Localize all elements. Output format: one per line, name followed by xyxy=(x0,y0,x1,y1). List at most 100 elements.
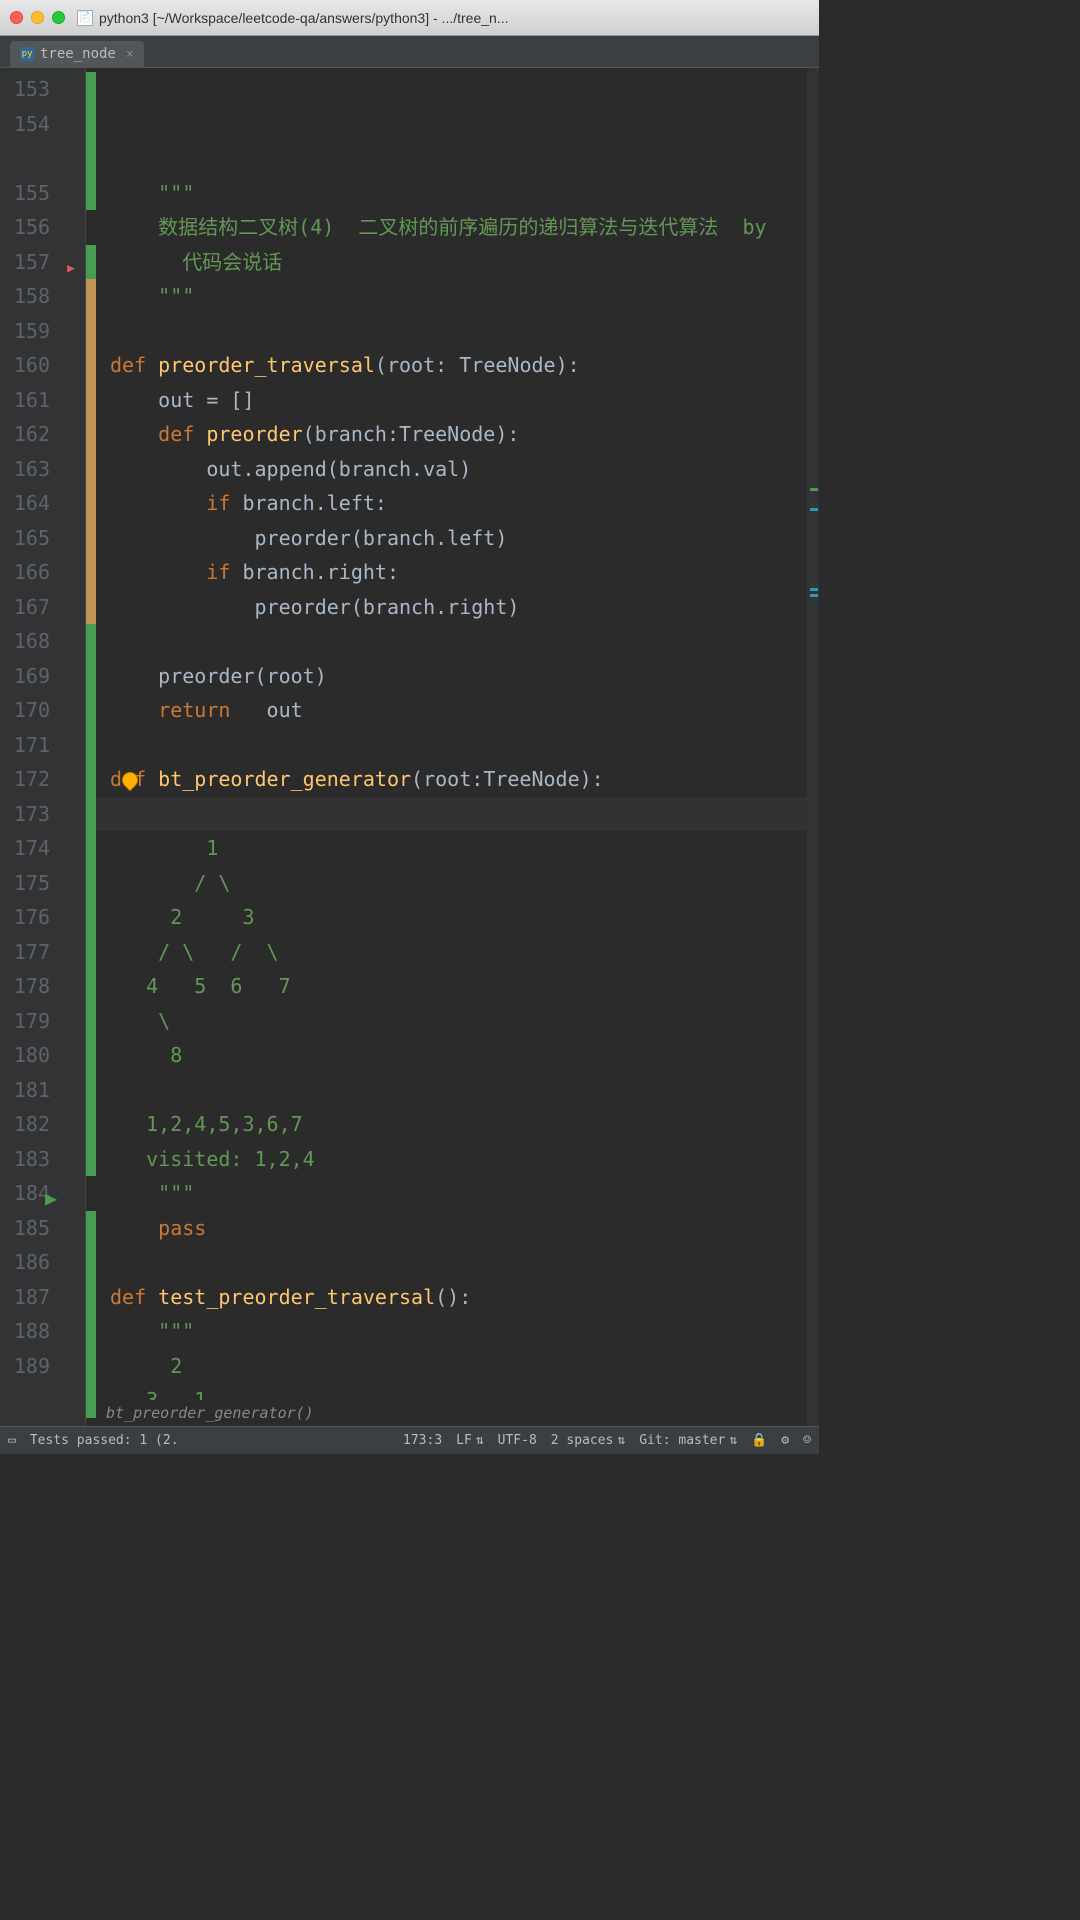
indent-setting[interactable]: 2 spaces ⇅ xyxy=(551,1433,625,1448)
tab-tree-node[interactable]: py tree_node × xyxy=(10,41,144,67)
code-line[interactable]: 2 3 xyxy=(110,900,819,935)
line-number: 157 xyxy=(0,245,58,280)
code-line[interactable]: visited: 1,2,4 xyxy=(110,1142,819,1177)
maximize-icon[interactable] xyxy=(52,11,65,24)
code-line[interactable]: def test_preorder_traversal(): xyxy=(110,1280,819,1315)
file-encoding[interactable]: UTF-8 xyxy=(498,1433,537,1448)
run-test-icon[interactable]: ▶ xyxy=(40,1186,62,1210)
breadcrumb[interactable]: bt_preorder_generator() xyxy=(86,1400,334,1426)
code-line[interactable]: 数据结构二叉树(4) 二叉树的前序遍历的递归算法与迭代算法 by xyxy=(110,210,819,245)
line-number: 186 xyxy=(0,1245,58,1280)
marker-gutter: ▸▶ xyxy=(58,68,86,1426)
line-number: 166 xyxy=(0,555,58,590)
code-line[interactable]: if branch.right: xyxy=(110,555,819,590)
code-line[interactable]: out = [] xyxy=(110,383,819,418)
close-icon[interactable] xyxy=(10,11,23,24)
status-bar: ▭ Tests passed: 1 (2. 173:3 LF ⇅ UTF-8 2… xyxy=(0,1426,819,1454)
code-line[interactable] xyxy=(110,728,819,763)
window-title: python3 [~/Workspace/leetcode-qa/answers… xyxy=(99,10,809,26)
code-line[interactable]: if branch.left: xyxy=(110,486,819,521)
line-number: 154 xyxy=(0,107,58,142)
line-number: 182 xyxy=(0,1107,58,1142)
line-number: 180 xyxy=(0,1038,58,1073)
line-number: 165 xyxy=(0,521,58,556)
line-number: 177 xyxy=(0,935,58,970)
line-number: 174 xyxy=(0,831,58,866)
code-line[interactable]: / \ / \ xyxy=(110,935,819,970)
breakpoint-icon[interactable]: ▸ xyxy=(60,255,82,279)
code-line[interactable]: """ xyxy=(110,1176,819,1211)
line-number: 172 xyxy=(0,762,58,797)
code-line[interactable] xyxy=(110,314,819,349)
overview-marker xyxy=(810,488,818,491)
minimize-icon[interactable] xyxy=(31,11,44,24)
line-number: 178 xyxy=(0,969,58,1004)
line-number: 156 xyxy=(0,210,58,245)
tab-close-icon[interactable]: × xyxy=(126,47,134,62)
caret-position[interactable]: 173:3 xyxy=(403,1433,442,1448)
traffic-lights xyxy=(10,11,65,24)
code-line[interactable]: def preorder_traversal(root: TreeNode): xyxy=(110,348,819,383)
code-line[interactable]: return out xyxy=(110,693,819,728)
line-number: 169 xyxy=(0,659,58,694)
scroll-overview[interactable] xyxy=(807,68,819,1426)
overview-marker xyxy=(810,508,818,511)
line-number xyxy=(0,141,58,176)
code-line[interactable]: """ xyxy=(110,279,819,314)
vcs-change-marker xyxy=(86,624,96,659)
vcs-change-marker xyxy=(86,245,96,280)
code-line[interactable]: 8 xyxy=(110,1038,819,1073)
line-number: 162 xyxy=(0,417,58,452)
line-number: 153 xyxy=(0,72,58,107)
code-editor[interactable]: 1531541551561571581591601611621631641651… xyxy=(0,68,819,1426)
vcs-change-marker xyxy=(86,72,96,210)
code-line[interactable]: \ xyxy=(110,1004,819,1039)
line-separator[interactable]: LF ⇅ xyxy=(456,1433,483,1448)
vcs-change-marker xyxy=(86,1211,96,1418)
code-line[interactable]: / \ xyxy=(110,866,819,901)
ide-settings-icon[interactable]: ⚙ xyxy=(781,1433,789,1448)
line-number: 175 xyxy=(0,866,58,901)
code-line[interactable]: preorder(branch.left) xyxy=(110,521,819,556)
window-titlebar: 📄 python3 [~/Workspace/leetcode-qa/answe… xyxy=(0,0,819,36)
overview-marker xyxy=(810,588,818,591)
code-line[interactable]: def bt_preorder_generator(root:TreeNode)… xyxy=(110,762,819,797)
editor-tabbar: py tree_node × xyxy=(0,36,819,68)
line-number: 179 xyxy=(0,1004,58,1039)
lock-icon[interactable]: 🔒 xyxy=(751,1433,767,1448)
line-number: 159 xyxy=(0,314,58,349)
code-line[interactable]: """ xyxy=(110,1314,819,1349)
code-line[interactable] xyxy=(110,1245,819,1280)
code-line[interactable]: 代码会说话 xyxy=(110,245,819,280)
code-line[interactable]: """ xyxy=(110,176,819,211)
code-line[interactable]: 4 5 6 7 xyxy=(110,969,819,1004)
line-number: 189 xyxy=(0,1349,58,1384)
code-line[interactable] xyxy=(110,1073,819,1108)
code-line[interactable] xyxy=(110,624,819,659)
code-area[interactable]: """ 数据结构二叉树(4) 二叉树的前序遍历的递归算法与迭代算法 by 代码会… xyxy=(86,68,819,1426)
vcs-change-marker xyxy=(86,279,96,624)
inspector-icon[interactable]: ☺ xyxy=(803,1433,811,1448)
code-line[interactable]: def preorder(branch:TreeNode): xyxy=(110,417,819,452)
code-line[interactable]: out.append(branch.val) xyxy=(110,452,819,487)
line-number: 187 xyxy=(0,1280,58,1315)
line-number: 160 xyxy=(0,348,58,383)
line-number: 155 xyxy=(0,176,58,211)
git-branch[interactable]: Git: master ⇅ xyxy=(639,1433,737,1448)
tests-status[interactable]: Tests passed: 1 (2. xyxy=(30,1433,179,1448)
code-line[interactable]: preorder(root) xyxy=(110,659,819,694)
code-line[interactable]: 2 xyxy=(110,1349,819,1384)
vcs-change-marker xyxy=(86,659,96,1177)
overview-marker xyxy=(810,594,818,597)
code-line[interactable]: 1 xyxy=(110,831,819,866)
line-number: 164 xyxy=(0,486,58,521)
chevron-updown-icon: ⇅ xyxy=(729,1433,737,1448)
code-line[interactable]: preorder(branch.right) xyxy=(110,590,819,625)
code-line[interactable]: pass xyxy=(110,1211,819,1246)
line-number: 163 xyxy=(0,452,58,487)
line-number: 185 xyxy=(0,1211,58,1246)
line-number: 181 xyxy=(0,1073,58,1108)
code-line[interactable]: 1,2,4,5,3,6,7 xyxy=(110,1107,819,1142)
tool-window-icon[interactable]: ▭ xyxy=(8,1433,16,1448)
line-number: 173 xyxy=(0,797,58,832)
